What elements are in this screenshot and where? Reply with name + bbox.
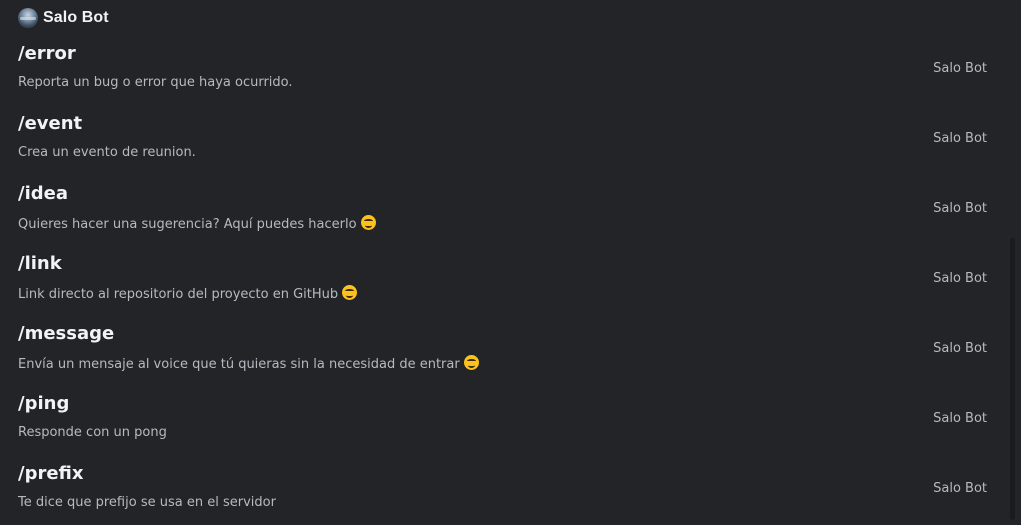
command-source: Salo Bot [933,131,987,146]
command-source: Salo Bot [933,271,987,286]
command-description: Reporta un bug o error que haya ocurrido… [18,75,293,90]
command-name: /prefix [18,463,84,484]
command-description: Quieres hacer una sugerencia? Aquí puede… [18,215,376,232]
command-description: Envía un mensaje al voice que tú quieras… [18,355,479,372]
command-description: Crea un evento de reunion. [18,145,196,160]
command-source: Salo Bot [933,201,987,216]
command-item-event[interactable]: /event Crea un evento de reunion. Salo B… [0,105,1006,175]
command-name: /message [18,323,115,344]
command-description: Responde con un pong [18,425,167,440]
command-description: Link directo al repositorio del proyecto… [18,285,358,302]
command-name: /link [18,253,62,274]
command-item-idea[interactable]: /idea Quieres hacer una sugerencia? Aquí… [0,175,1006,245]
command-source: Salo Bot [933,341,987,356]
command-list: /error Reporta un bug o error que haya o… [0,35,1006,525]
bot-name: Salo Bot [43,9,109,26]
command-name: /idea [18,183,68,204]
command-description: Te dice que prefijo se usa en el servido… [18,495,276,510]
command-item-ping[interactable]: /ping Responde con un pong Salo Bot [0,385,1006,455]
command-name: /ping [18,393,70,414]
command-item-prefix[interactable]: /prefix Te dice que prefijo se usa en el… [0,455,1006,525]
command-source: Salo Bot [933,411,987,426]
smiling-face-icon [342,285,358,300]
command-source: Salo Bot [933,481,987,496]
bot-avatar-icon [18,8,38,28]
command-item-link[interactable]: /link Link directo al repositorio del pr… [0,245,1006,315]
command-name: /event [18,113,83,134]
command-item-message[interactable]: /message Envía un mensaje al voice que t… [0,315,1006,385]
scrollbar-thumb[interactable] [1010,238,1015,520]
winking-face-icon [463,355,479,370]
smiling-face-icon [360,215,376,230]
bot-header: Salo Bot [18,8,109,28]
command-name: /error [18,43,76,64]
command-item-error[interactable]: /error Reporta un bug o error que haya o… [0,35,1006,105]
command-source: Salo Bot [933,61,987,76]
